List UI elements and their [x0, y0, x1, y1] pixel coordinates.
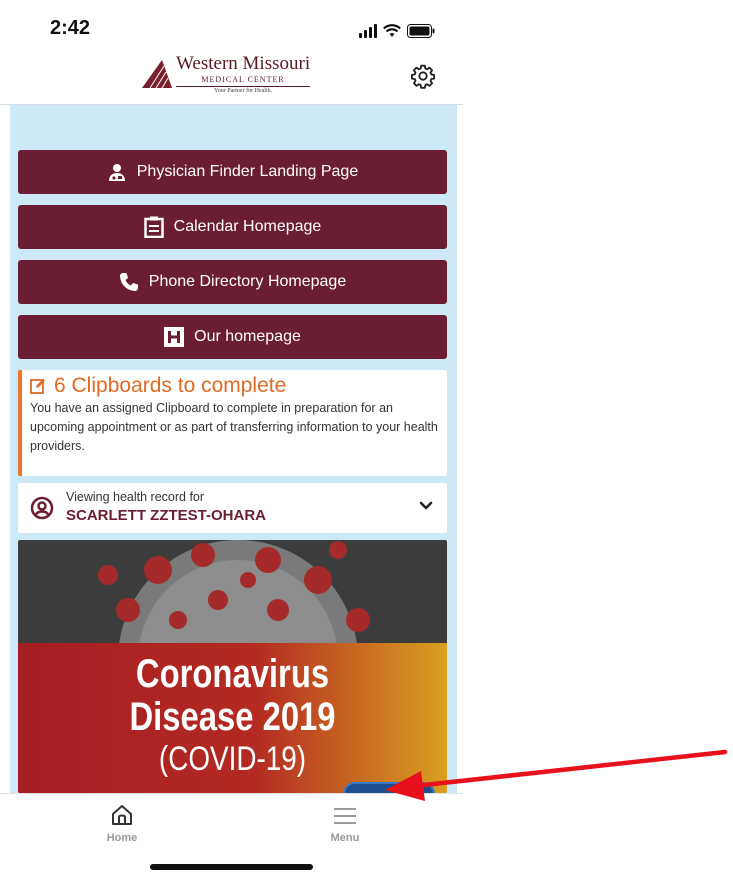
clipboards-title: 6 Clipboards to complete — [30, 374, 439, 398]
signal-icon — [359, 24, 377, 38]
logo-subtitle: MEDICAL CENTER — [201, 75, 285, 84]
person-circle-icon — [30, 496, 54, 520]
logo-mark-icon — [142, 60, 172, 89]
gear-icon[interactable] — [410, 63, 436, 89]
tab-home-label: Home — [106, 832, 138, 844]
health-record-label: Viewing health record for — [66, 490, 205, 504]
annotation-arrow-icon — [385, 749, 728, 801]
home-indicator — [150, 864, 313, 870]
covid-banner[interactable]: Coronavirus Disease 2019 (COVID-19) — [18, 540, 447, 793]
patient-name: SCARLETT ZZTEST-OHARA — [66, 507, 266, 524]
physician-finder-button[interactable]: Physician Finder Landing Page — [18, 150, 447, 194]
status-time: 2:42 — [50, 17, 91, 39]
logo-title: Western Missouri — [176, 53, 311, 74]
clipboards-card[interactable]: 6 Clipboards to complete You have an ass… — [18, 370, 447, 476]
wifi-icon — [383, 24, 401, 37]
status-bar: 2:42 — [0, 0, 463, 48]
nav-button-label: Calendar Homepage — [173, 218, 322, 235]
our-homepage-button[interactable]: Our homepage — [18, 315, 447, 359]
banner-title-line1: Coronavirus — [135, 652, 330, 696]
hospital-icon — [164, 327, 185, 347]
nav-button-label: Phone Directory Homepage — [148, 273, 347, 290]
app-header: Western Missouri MEDICAL CENTER Your Par… — [0, 48, 463, 105]
edit-icon — [30, 379, 45, 394]
nav-button-label: Our homepage — [194, 328, 301, 345]
hospital-logo[interactable]: Western Missouri MEDICAL CENTER Your Par… — [140, 54, 325, 102]
clipboards-title-text: 6 Clipboards to complete — [54, 374, 287, 397]
clipboards-description: You have an assigned Clipboard to comple… — [30, 401, 438, 453]
chevron-down-icon[interactable] — [419, 501, 433, 511]
phone-icon — [119, 273, 138, 291]
logo-tagline: Your Partner for Health. — [214, 88, 273, 94]
status-icons — [359, 22, 435, 38]
physician-icon — [108, 164, 125, 181]
home-icon — [112, 805, 132, 825]
health-record-selector[interactable]: Viewing health record for SCARLETT ZZTES… — [18, 483, 447, 533]
banner-title-line3: (COVID-19) — [158, 740, 307, 778]
logo-divider — [176, 86, 311, 87]
menu-icon — [334, 808, 356, 824]
home-content[interactable]: Physician Finder Landing Page Calendar H… — [10, 105, 457, 793]
tab-home[interactable]: Home — [72, 802, 172, 844]
banner-title-line2: Disease 2019 — [129, 695, 336, 739]
calendar-button[interactable]: Calendar Homepage — [18, 205, 447, 249]
logo-text: Western Missouri MEDICAL CENTER Your Par… — [176, 53, 311, 95]
phone-directory-button[interactable]: Phone Directory Homepage — [18, 260, 447, 304]
tab-menu-label: Menu — [330, 832, 360, 844]
battery-icon — [407, 24, 435, 38]
nav-button-label: Physician Finder Landing Page — [136, 163, 359, 180]
clipboard-icon — [143, 216, 164, 238]
tab-menu[interactable]: Menu — [295, 802, 395, 844]
